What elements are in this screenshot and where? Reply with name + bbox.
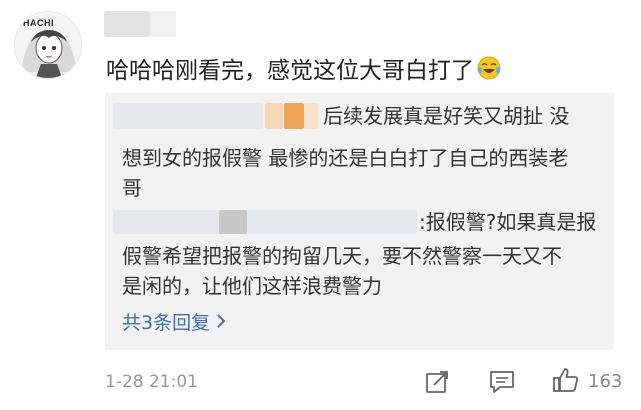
laughing-crying-emoji-icon (476, 55, 502, 81)
reply-username-blur (265, 103, 283, 129)
reply-username-blur (304, 103, 318, 129)
more-replies-label: 共3条回复 (122, 312, 211, 334)
reply-2-line-2: 假警希望把报警的拘留几天，要不然警察一天又不 (122, 244, 562, 268)
like-icon[interactable] (552, 366, 580, 398)
username-blur (104, 11, 150, 37)
more-replies-link[interactable]: 共3条回复 (122, 310, 226, 336)
reply-2-line-3: 是闲的，让他们这样浪费警力 (122, 274, 382, 298)
avatar-label: HACHI (23, 18, 54, 28)
comment-text-row: 哈哈哈刚看完，感觉这位大哥白打了 (106, 51, 502, 85)
reply-username-blur (113, 103, 263, 129)
reply-1-line-2: 想到女的报假警 最惨的还是白白打了自己的西装老 (122, 146, 569, 170)
reply-2-line-1: :报假警?如果真是报 (419, 210, 597, 234)
comment-text: 哈哈哈刚看完，感觉这位大哥白打了 (106, 58, 474, 84)
reply-username-blur (113, 210, 219, 234)
comment-icon[interactable] (488, 369, 516, 399)
chevron-right-icon (216, 310, 226, 336)
like-count: 163 (588, 371, 623, 392)
username-blur (150, 11, 176, 37)
comment-card: HACHI 哈哈哈刚看完，感觉这位大哥白打了 后续发展真是好笑又胡扯 没 想到女… (0, 0, 641, 410)
avatar[interactable]: HACHI (14, 11, 82, 79)
reply-username-blur (219, 210, 247, 234)
reply-1-line-3: 哥 (122, 176, 142, 200)
reply-username-blur (284, 103, 304, 129)
comment-timestamp: 1-28 21:01 (105, 372, 198, 392)
reply-username-blur (247, 210, 417, 234)
reply-1-line-1: 后续发展真是好笑又胡扯 没 (323, 104, 570, 128)
share-edit-icon[interactable] (424, 369, 450, 399)
